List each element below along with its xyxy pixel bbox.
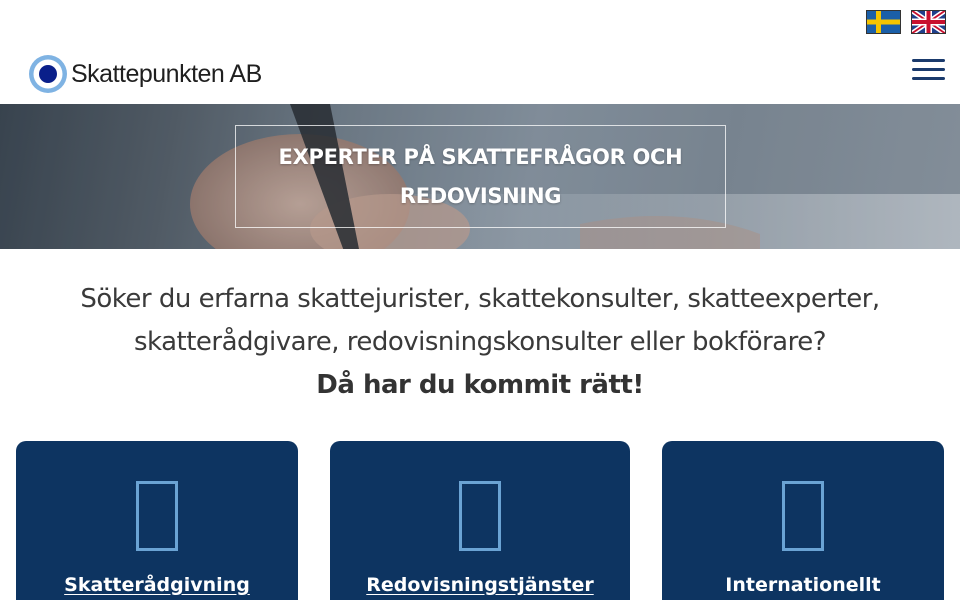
swedish-flag-icon[interactable] xyxy=(866,10,901,34)
service-card-title[interactable]: Internationellt xyxy=(662,574,944,596)
service-card-skatteradgivning[interactable]: Skatterådgivning xyxy=(16,441,298,600)
service-card-title[interactable]: Redovisningstjänster xyxy=(330,574,630,596)
service-card-title[interactable]: Skatterådgivning xyxy=(16,574,298,596)
hero-title: EXPERTER PÅ SKATTEFRÅGOR OCH REDOVISNING xyxy=(279,138,683,216)
site-logo[interactable]: Skattepunkten AB xyxy=(28,54,262,94)
hamburger-menu-icon[interactable] xyxy=(912,59,945,83)
hero-title-box: EXPERTER PÅ SKATTEFRÅGOR OCH REDOVISNING xyxy=(235,125,726,228)
site-header: Skattepunkten AB xyxy=(0,45,960,104)
service-card-redovisningstjanster[interactable]: Redovisningstjänster xyxy=(330,441,630,600)
hero-title-line-2: REDOVISNING xyxy=(399,183,562,208)
uk-flag-icon[interactable] xyxy=(911,10,946,34)
language-switcher xyxy=(866,10,946,34)
hero-title-line-1: EXPERTER PÅ SKATTEFRÅGOR OCH xyxy=(278,144,683,169)
target-circle-logo-icon xyxy=(29,55,67,93)
intro-headline: Då har du kommit rätt! xyxy=(316,370,644,400)
missing-glyph-icon xyxy=(136,481,178,551)
intro-line-1: Söker du erfarna skattejurister, skattek… xyxy=(80,284,880,314)
service-card-internationellt[interactable]: Internationellt xyxy=(662,441,944,600)
missing-glyph-icon xyxy=(459,481,501,551)
intro-section: Söker du erfarna skattejurister, skattek… xyxy=(0,278,960,407)
intro-line-2: skatterådgivare, redovisningskonsulter e… xyxy=(133,327,827,357)
hero-banner: EXPERTER PÅ SKATTEFRÅGOR OCH REDOVISNING xyxy=(0,104,960,249)
missing-glyph-icon xyxy=(782,481,824,551)
logo-text: Skattepunkten AB xyxy=(71,59,262,88)
